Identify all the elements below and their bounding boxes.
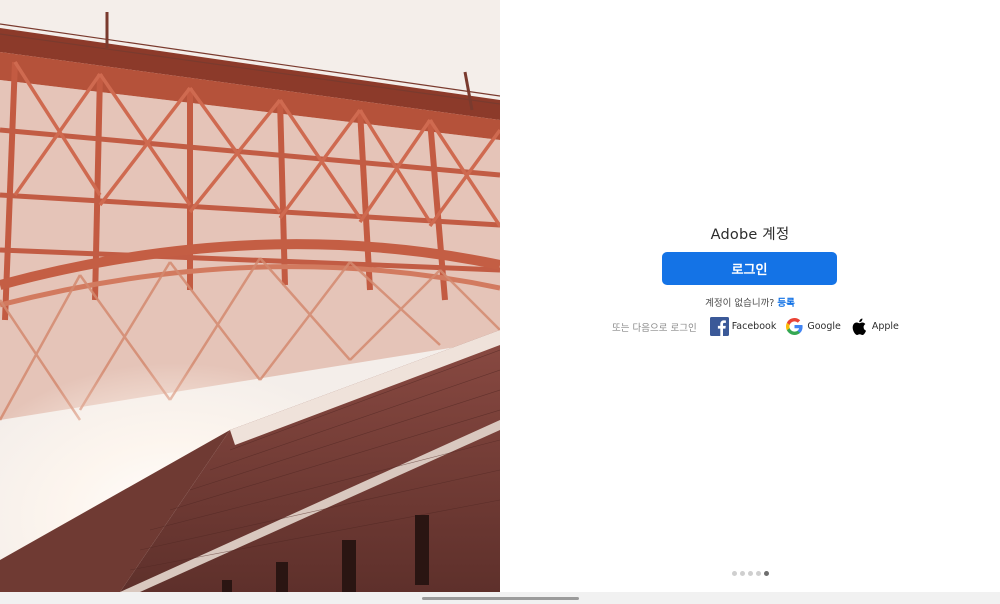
register-link[interactable]: 등록: [777, 298, 794, 309]
home-indicator[interactable]: [422, 597, 579, 600]
facebook-login-button[interactable]: Facebook: [709, 317, 777, 336]
google-icon: [785, 317, 804, 336]
apple-label: Apple: [871, 321, 899, 332]
apple-login-button[interactable]: Apple: [850, 317, 899, 336]
sign-in-button[interactable]: 로그인: [662, 252, 837, 285]
carousel-dot[interactable]: [732, 571, 737, 576]
page-title: Adobe 계정: [710, 227, 790, 243]
no-account-text: 계정이 없습니까?: [705, 298, 775, 309]
apple-icon: [850, 317, 869, 336]
bridge-illustration: [0, 0, 500, 592]
carousel-dot[interactable]: [748, 571, 753, 576]
signup-prompt: 계정이 없습니까? 등록: [500, 295, 1000, 309]
carousel-indicator: [732, 571, 769, 576]
google-login-button[interactable]: Google: [785, 317, 841, 336]
google-label: Google: [807, 321, 841, 332]
carousel-dot[interactable]: [740, 571, 745, 576]
carousel-dot[interactable]: [756, 571, 761, 576]
facebook-label: Facebook: [731, 321, 777, 332]
facebook-icon: [709, 317, 729, 336]
social-login-label: 또는 다음으로 로그인: [612, 322, 697, 334]
hero-image: [0, 0, 500, 592]
carousel-dot-active[interactable]: [764, 571, 769, 576]
social-login-row: 또는 다음으로 로그인 Facebook Google Apple: [612, 316, 908, 337]
login-panel: Adobe 계정 로그인 계정이 없습니까? 등록 또는 다음으로 로그인 Fa…: [500, 0, 1000, 592]
